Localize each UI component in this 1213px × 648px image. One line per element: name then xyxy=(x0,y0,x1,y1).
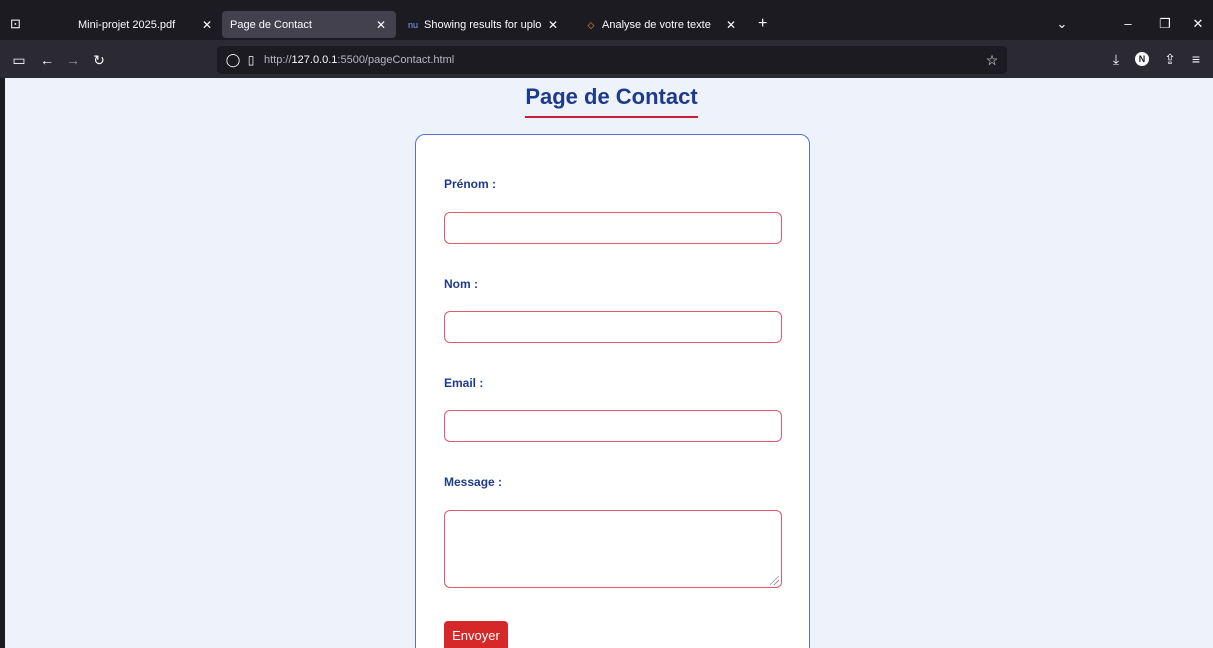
close-icon[interactable]: ✕ xyxy=(724,18,738,32)
shield-icon[interactable]: ◯ xyxy=(225,52,241,68)
tab-showing-results[interactable]: nu Showing results for uploaded fi ✕ xyxy=(398,11,568,38)
message-label: Message : xyxy=(444,475,503,489)
close-icon[interactable]: ✕ xyxy=(546,18,560,32)
account-avatar[interactable]: N xyxy=(1135,52,1149,66)
prenom-label: Prénom : xyxy=(444,177,497,191)
tab-mini-projet[interactable]: Mini-projet 2025.pdf ✕ xyxy=(52,11,222,38)
close-icon[interactable]: ✕ xyxy=(200,18,214,32)
resize-handle-icon[interactable] xyxy=(770,576,779,585)
email-input[interactable] xyxy=(444,410,782,442)
chevron-down-icon[interactable]: ⌄ xyxy=(1052,14,1072,34)
message-textarea[interactable] xyxy=(444,510,782,588)
reload-icon[interactable]: ↻ xyxy=(90,51,108,69)
tab-label: Page de Contact xyxy=(230,18,312,31)
page-viewport: Page de Contact Prénom : Nom : Email : M… xyxy=(5,78,1213,648)
nom-input[interactable] xyxy=(444,311,782,343)
tab-label: Analyse de votre texte xyxy=(602,18,711,31)
nom-label: Nom : xyxy=(444,277,478,291)
tab-analyse-texte[interactable]: ◇ Analyse de votre texte ✕ xyxy=(576,11,746,38)
extensions-icon[interactable]: ⇪ xyxy=(1160,49,1180,69)
restore-icon[interactable]: ❐ xyxy=(1155,14,1175,34)
submit-button[interactable]: Envoyer xyxy=(444,621,508,648)
download-icon[interactable]: ⤓ xyxy=(1106,49,1126,69)
close-icon[interactable]: ✕ xyxy=(374,18,388,32)
page-info-icon[interactable]: ▯ xyxy=(243,52,259,68)
title-underline xyxy=(525,116,698,118)
back-icon[interactable]: ← xyxy=(38,51,56,69)
tab-bar: ⊡ Mini-projet 2025.pdf ✕ Page de Contact… xyxy=(0,0,1213,40)
tab-list-icon[interactable]: ⊡ xyxy=(10,17,24,31)
code-favicon-icon: ◇ xyxy=(587,19,595,30)
forward-icon[interactable]: → xyxy=(64,51,82,69)
minimize-icon[interactable]: – xyxy=(1118,14,1138,34)
tab-page-de-contact[interactable]: Page de Contact ✕ xyxy=(222,11,396,38)
bookmark-star-icon[interactable]: ☆ xyxy=(983,51,1001,69)
nu-favicon-icon: nu xyxy=(407,19,418,30)
contact-form: Prénom : Nom : Email : Message : Envoyer xyxy=(415,134,810,648)
url-text[interactable]: http://127.0.0.1:5500/pageContact.html xyxy=(264,53,454,67)
tab-label: Mini-projet 2025.pdf xyxy=(78,18,176,31)
close-window-icon[interactable]: ✕ xyxy=(1188,14,1208,34)
email-label: Email : xyxy=(444,376,484,390)
page-title: Page de Contact xyxy=(525,84,698,109)
sidebar-icon[interactable]: ▭ xyxy=(10,51,28,69)
url-bar[interactable]: ◯ ▯ http://127.0.0.1:5500/pageContact.ht… xyxy=(217,46,1007,74)
menu-icon[interactable]: ≡ xyxy=(1186,49,1206,69)
pdf-icon xyxy=(60,18,74,32)
tab-label: Showing results for uploaded fi xyxy=(424,18,542,31)
prenom-input[interactable] xyxy=(444,212,782,244)
new-tab-icon[interactable]: + xyxy=(758,14,767,34)
